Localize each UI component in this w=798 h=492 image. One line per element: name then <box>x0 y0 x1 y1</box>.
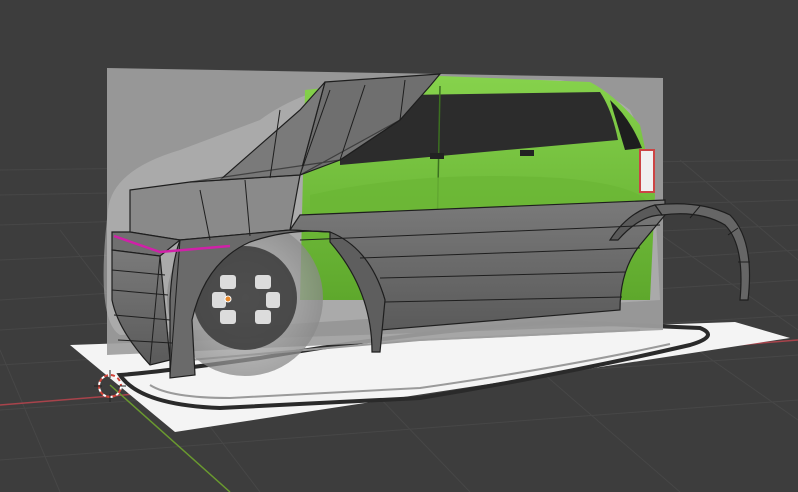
3d-viewport[interactable] <box>0 0 798 492</box>
wheel-center-origin-icon <box>224 295 232 303</box>
viewport-canvas[interactable] <box>0 0 798 492</box>
